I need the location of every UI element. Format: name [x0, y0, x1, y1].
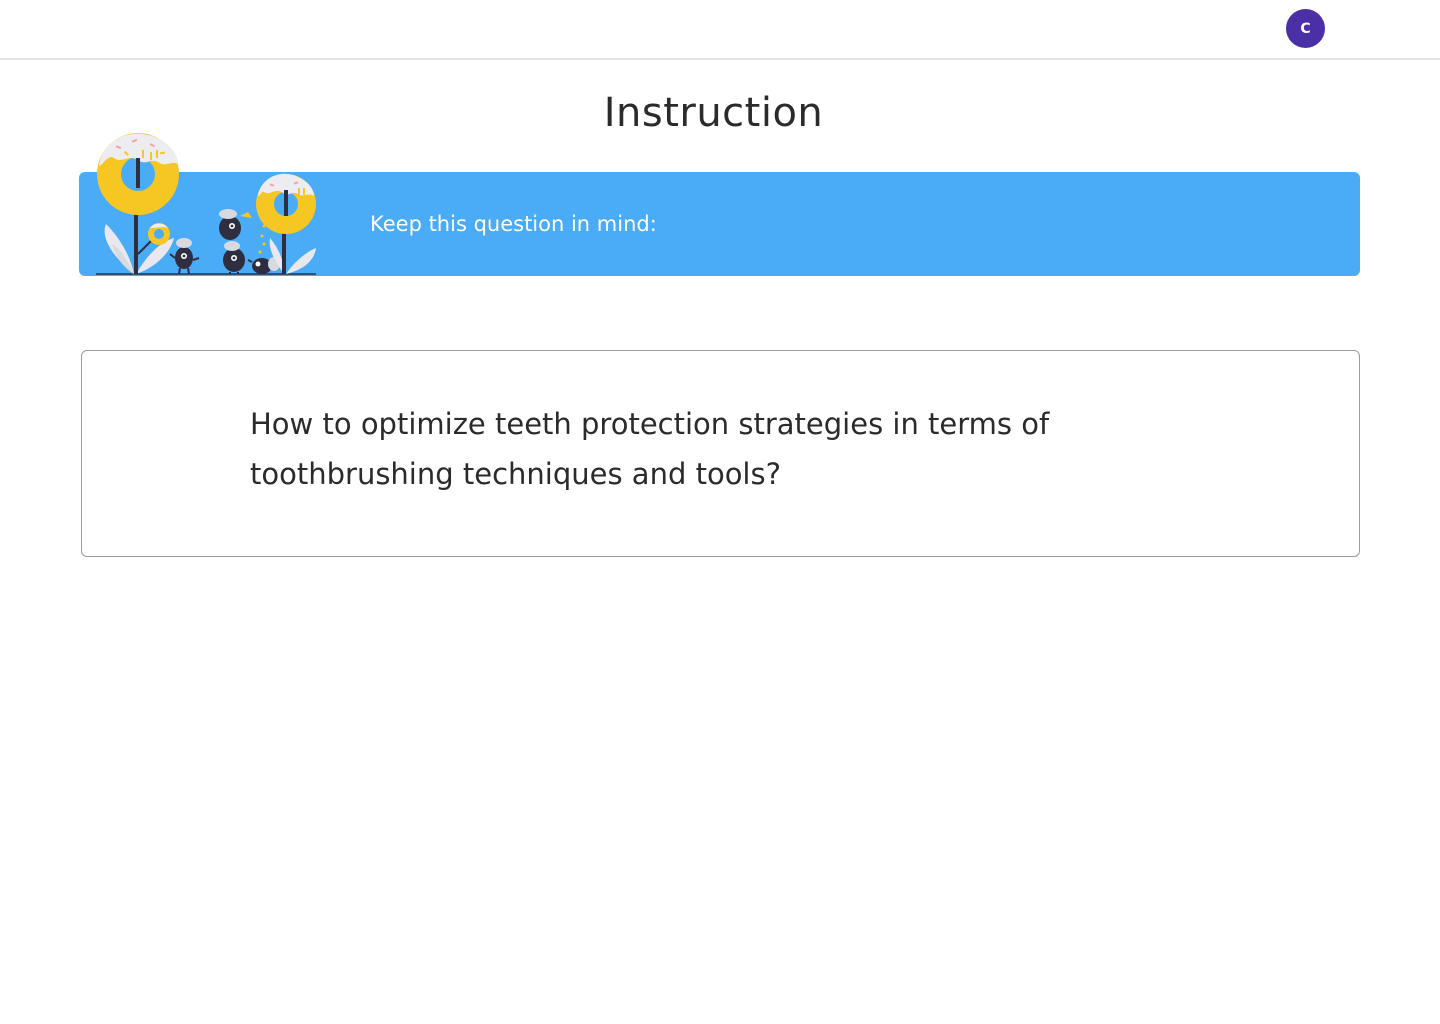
avatar-initial: C: [1300, 20, 1311, 37]
banner-text: Keep this question in mind:: [370, 212, 657, 236]
user-avatar[interactable]: C: [1286, 9, 1325, 48]
question-card: How to optimize teeth protection strateg…: [81, 350, 1360, 557]
top-bar: C: [0, 0, 1440, 60]
donut-flowers-illustration: [96, 133, 316, 275]
question-text: How to optimize teeth protection strateg…: [250, 407, 1050, 491]
